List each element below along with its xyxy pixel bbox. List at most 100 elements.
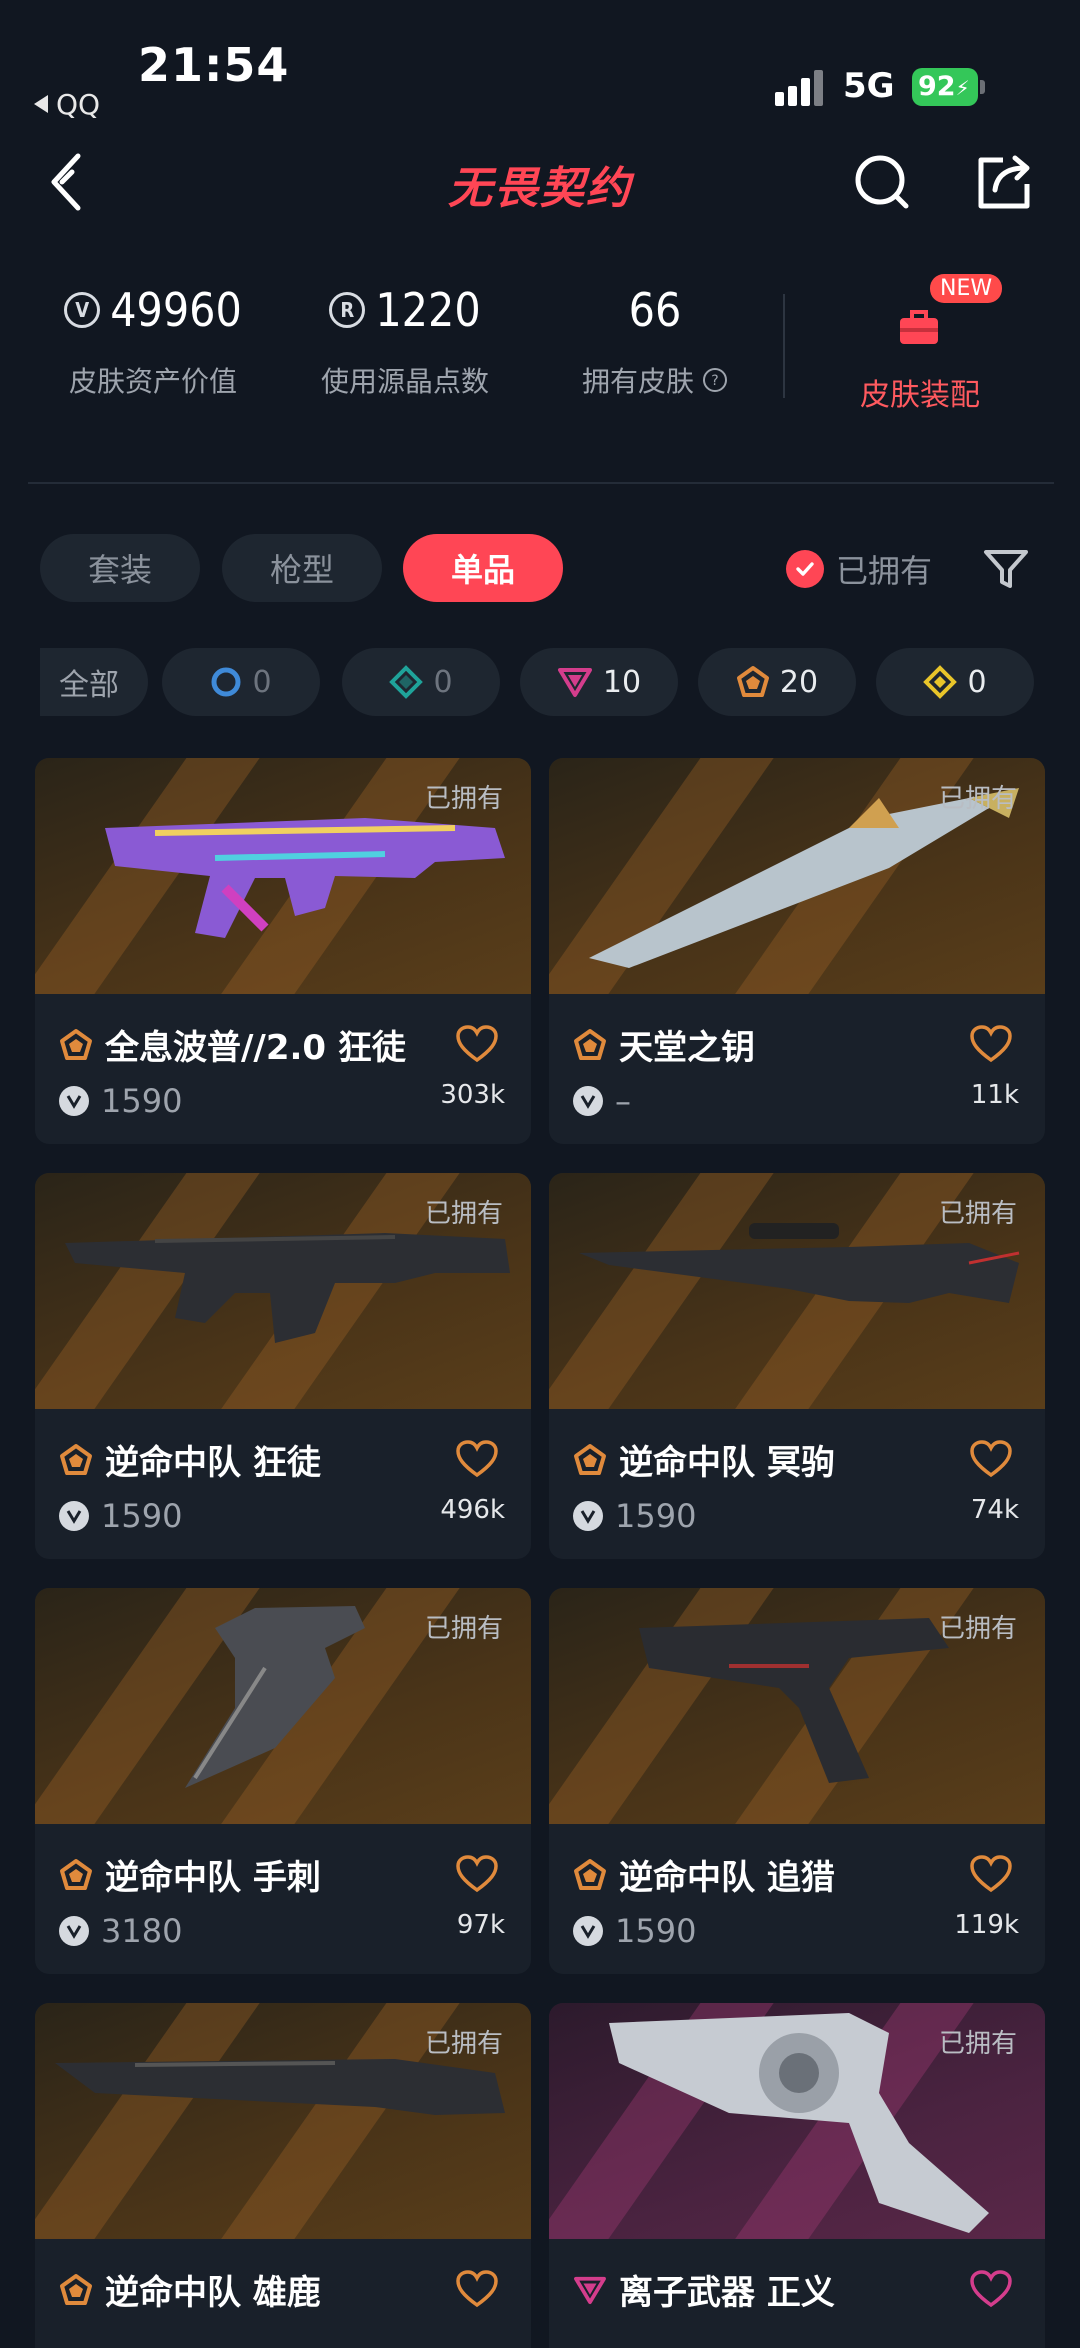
skin-name: 离子武器 正义 (573, 2265, 835, 2314)
tier-chip-deluxe[interactable]: 0 (342, 648, 500, 716)
skin-card[interactable]: 已拥有 逆命中队 追猎 1590 119k (549, 1588, 1045, 1974)
favorite-heart-icon[interactable] (455, 1854, 499, 1894)
favorite-heart-icon[interactable] (969, 1854, 1013, 1894)
back-app-label: QQ (56, 88, 101, 121)
owned-filter-label: 已拥有 (836, 552, 933, 590)
skin-card[interactable]: 已拥有离子武器 正义 (549, 2003, 1045, 2348)
filter-button[interactable] (978, 540, 1034, 596)
skins-owned-value: 66 (628, 283, 682, 337)
stats-divider (783, 294, 785, 398)
points-used-label: 使用源晶点数 (320, 365, 489, 398)
owned-tag: 已拥有 (938, 2029, 1017, 2059)
skin-name-text: 天堂之钥 (619, 1028, 755, 1068)
owned-tag: 已拥有 (424, 784, 503, 814)
skins-owned-label: 拥有皮肤 (581, 365, 694, 398)
help-icon[interactable]: ? (702, 367, 728, 393)
favorite-heart-icon[interactable] (969, 2269, 1013, 2309)
skin-name: 逆命中队 雄鹿 (59, 2265, 321, 2314)
skin-artwork: 已拥有 (549, 758, 1045, 994)
tier-chip-select[interactable]: 0 (162, 648, 320, 716)
skin-card[interactable]: 已拥有 逆命中队 雄鹿 (35, 2003, 531, 2348)
exclusive-tier-icon (60, 1028, 92, 1060)
exclusive-tier-icon (60, 1858, 92, 1890)
asset-value-label: 皮肤资产价值 (68, 365, 237, 398)
like-count: 119k (954, 1910, 1019, 1940)
tier-count: 0 (433, 664, 453, 700)
tab-weapon-type[interactable]: 枪型 (222, 534, 382, 602)
skin-loadout-button[interactable]: NEW 皮肤装配 (850, 274, 1003, 414)
filter-icon (984, 550, 1028, 588)
back-triangle-icon (34, 95, 48, 113)
skin-name: 全息波普//2.0 狂徒 (59, 1020, 406, 1069)
new-badge: NEW (930, 274, 1003, 303)
vp-coin-icon (59, 1916, 89, 1946)
owned-filter-toggle[interactable]: 已拥有 (786, 546, 932, 592)
skin-name-text: 逆命中队 雄鹿 (105, 2273, 321, 2313)
skin-name-text: 逆命中队 手刺 (105, 1858, 321, 1898)
deluxe-tier-icon (389, 665, 424, 699)
tab-single-items[interactable]: 单品 (403, 534, 563, 602)
tier-filter-row: 全部 0 0 10 20 0 (40, 648, 1040, 718)
skin-card[interactable]: 已拥有逆命中队 手刺 3180 97k (35, 1588, 531, 1974)
share-button[interactable] (963, 142, 1043, 222)
like-count: 303k (440, 1080, 505, 1110)
favorite-heart-icon[interactable] (455, 1024, 499, 1064)
exclusive-tier-icon (736, 666, 769, 697)
skin-price: 1590 (59, 1497, 182, 1535)
favorite-heart-icon[interactable] (969, 1439, 1013, 1479)
tier-chip-ultra[interactable]: 0 (876, 648, 1034, 716)
skin-price: 1590 (59, 1082, 182, 1120)
vp-coin-icon (59, 1086, 89, 1116)
loadout-bag-icon (900, 310, 938, 344)
like-count: 11k (970, 1080, 1019, 1110)
skin-card[interactable]: 已拥有天堂之钥 – 11k (549, 758, 1045, 1144)
app-logo: 无畏契约 (448, 163, 632, 214)
exclusive-tier-icon (60, 2273, 92, 2305)
skin-price-value: – (615, 1082, 631, 1120)
skin-price: – (573, 1082, 631, 1120)
skin-artwork: 已拥有 (35, 758, 531, 994)
owned-tag: 已拥有 (424, 1614, 503, 1644)
skin-card[interactable]: 已拥有逆命中队 狂徒 1590 496k (35, 1173, 531, 1559)
tier-chip-exclusive[interactable]: 20 (698, 648, 856, 716)
owned-tag: 已拥有 (938, 784, 1017, 814)
skin-price-value: 1590 (101, 1497, 183, 1535)
owned-tag: 已拥有 (424, 1199, 503, 1229)
battery-level: 92 (918, 71, 956, 102)
skin-artwork: 已拥有 (549, 1588, 1045, 1824)
search-icon (855, 155, 909, 209)
exclusive-tier-icon (60, 1443, 92, 1475)
tab-bundles[interactable]: 套装 (40, 534, 200, 602)
skin-artwork: 已拥有 (549, 1173, 1045, 1409)
like-count: 496k (440, 1495, 505, 1525)
skin-artwork: 已拥有 (35, 1588, 531, 1824)
premium-tier-icon (574, 2276, 606, 2304)
search-button[interactable] (842, 142, 922, 222)
premium-tier-icon (557, 668, 592, 697)
favorite-heart-icon[interactable] (969, 1024, 1013, 1064)
asset-value: 49960 (110, 283, 242, 337)
like-count: 97k (456, 1910, 505, 1940)
exclusive-tier-icon (574, 1443, 606, 1475)
top-nav: 无畏契约 (0, 130, 1080, 240)
skin-price-value: 3180 (101, 1912, 183, 1950)
skin-name-text: 逆命中队 狂徒 (105, 1443, 321, 1483)
checkmark-icon (786, 550, 824, 588)
battery-icon: 92⚡ (912, 68, 978, 106)
network-type: 5G (843, 66, 895, 106)
skin-name-text: 全息波普//2.0 狂徒 (105, 1028, 406, 1068)
back-button[interactable] (26, 142, 106, 222)
favorite-heart-icon[interactable] (455, 1439, 499, 1479)
skin-name: 逆命中队 追猎 (573, 1850, 835, 1899)
skin-name: 逆命中队 手刺 (59, 1850, 321, 1899)
skin-card[interactable]: 已拥有全息波普//2.0 狂徒 1590 303k (35, 758, 531, 1144)
skin-name-text: 离子武器 正义 (619, 2273, 835, 2313)
svg-text:?: ? (711, 373, 718, 389)
skin-card[interactable]: 已拥有 逆命中队 冥驹 1590 74k (549, 1173, 1045, 1559)
favorite-heart-icon[interactable] (455, 2269, 499, 2309)
tier-chip-all[interactable]: 全部 (40, 648, 148, 716)
back-to-app-link[interactable]: QQ (34, 88, 100, 121)
owned-tag: 已拥有 (938, 1614, 1017, 1644)
radianite-coin-icon: R (329, 292, 366, 328)
tier-chip-premium[interactable]: 10 (520, 648, 678, 716)
